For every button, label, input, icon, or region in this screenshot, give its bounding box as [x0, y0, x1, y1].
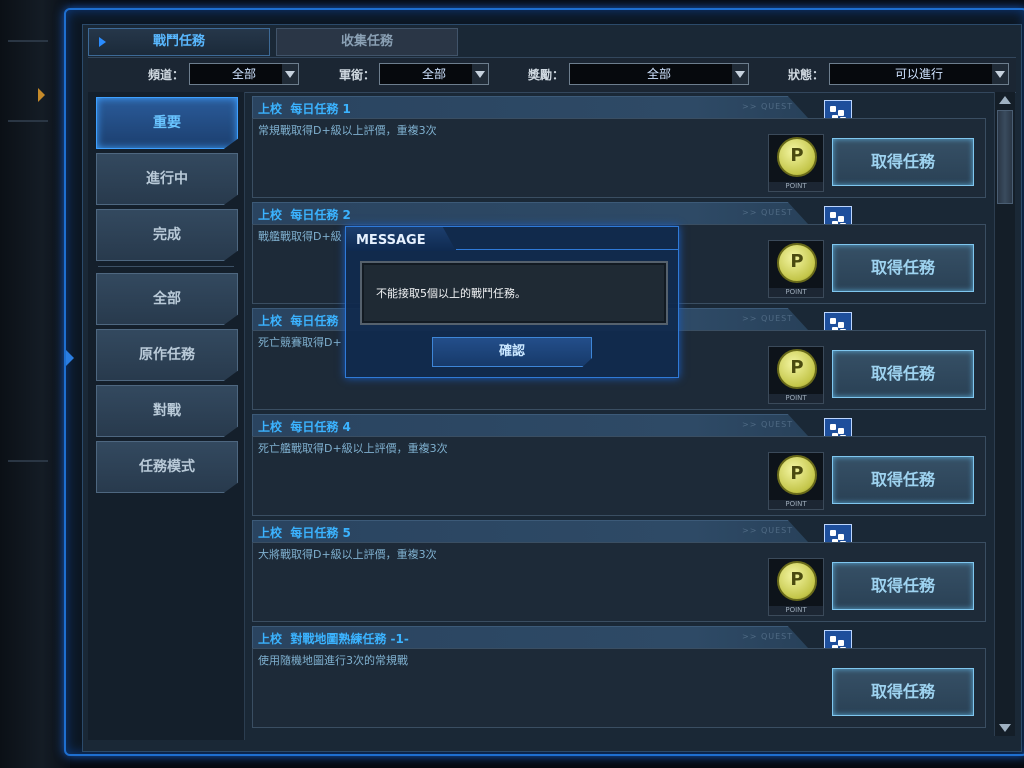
quest-tag: >> QUEST — [742, 314, 794, 323]
coin-icon: P — [777, 137, 817, 177]
sidebar-item-label: 對戰 — [153, 403, 181, 419]
quest-title: 上校 對戰地圖熟練任務 -1- — [258, 632, 409, 646]
chevron-down-icon — [992, 64, 1008, 84]
quest-title: 上校 每日任務 2 — [258, 208, 351, 222]
background-panel — [0, 0, 70, 768]
sidebar-item-original[interactable]: 原作任務 — [96, 329, 238, 381]
reward-point: P POINT — [768, 134, 824, 192]
accept-quest-button[interactable]: 取得任務 — [832, 244, 974, 292]
quest-title: 上校 每日任務 — [258, 314, 339, 328]
filter-label-rank: 軍銜： — [339, 68, 376, 82]
scrollbar[interactable] — [994, 92, 1015, 736]
accept-quest-button[interactable]: 取得任務 — [832, 350, 974, 398]
accept-quest-button[interactable]: 取得任務 — [832, 668, 974, 716]
chevron-down-icon — [472, 64, 488, 84]
sidebar-item-label: 完成 — [153, 227, 181, 243]
arrow-icon — [38, 88, 45, 102]
sidebar-item-label: 進行中 — [146, 171, 188, 187]
quest-description: 戰艦戰取得D+級 — [258, 230, 342, 243]
sidebar-item-versus[interactable]: 對戰 — [96, 385, 238, 437]
quest-card: 上校 對戰地圖熟練任務 -1- >> QUEST 使用隨機地圖進行3次的常規戰 … — [252, 626, 986, 728]
reward-point: P POINT — [768, 558, 824, 616]
reward-point: P POINT — [768, 346, 824, 404]
coin-icon: P — [777, 243, 817, 283]
coin-icon: P — [777, 561, 817, 601]
reward-point: P POINT — [768, 240, 824, 298]
dialog-message-box: 不能接取5個以上的戰鬥任務。 — [360, 261, 668, 325]
quest-list: 上校 每日任務 1 >> QUEST 常規戰取得D+級以上評價，重複3次 P P… — [252, 96, 988, 732]
message-dialog: MESSAGE 不能接取5個以上的戰鬥任務。 確認 — [345, 226, 679, 378]
quest-title: 上校 每日任務 5 — [258, 526, 351, 540]
quest-description: 使用隨機地圖進行3次的常規戰 — [258, 654, 408, 667]
quest-header — [252, 202, 810, 226]
select-value: 全部 — [421, 67, 446, 81]
reward-label: POINT — [769, 288, 823, 297]
quest-description: 常規戰取得D+級以上評價，重複3次 — [258, 124, 437, 137]
quest-title: 上校 每日任務 1 — [258, 102, 351, 116]
chevron-down-icon — [732, 64, 748, 84]
sidebar-item-complete[interactable]: 完成 — [96, 209, 238, 261]
tab-collect-quests[interactable]: 收集任務 — [276, 28, 458, 56]
quest-tag: >> QUEST — [742, 632, 794, 641]
sidebar-item-mission-mode[interactable]: 任務模式 — [96, 441, 238, 493]
channel-select[interactable]: 全部 — [189, 63, 299, 85]
play-arrow-icon — [99, 37, 106, 47]
dialog-message: 不能接取5個以上的戰鬥任務。 — [376, 287, 526, 300]
select-value: 全部 — [646, 67, 671, 81]
sidebar-item-label: 重要 — [153, 115, 181, 131]
reward-label: POINT — [769, 182, 823, 191]
quest-card: 上校 每日任務 5 >> QUEST 大將戰取得D+級以上評價，重複3次 P P… — [252, 520, 986, 622]
accept-quest-button[interactable]: 取得任務 — [832, 562, 974, 610]
select-value: 可以進行 — [894, 67, 943, 81]
filter-label-status: 狀態： — [788, 68, 825, 82]
scroll-up-icon[interactable] — [999, 96, 1011, 104]
scroll-thumb[interactable] — [997, 110, 1013, 204]
quest-tag: >> QUEST — [742, 208, 794, 217]
quest-card: 上校 每日任務 4 >> QUEST 死亡艦戰取得D+級以上評價，重複3次 P … — [252, 414, 986, 516]
sidebar-item-in-progress[interactable]: 進行中 — [96, 153, 238, 205]
filter-label-reward: 獎勵： — [528, 68, 565, 82]
sidebar-item-important[interactable]: 重要 — [96, 97, 238, 149]
quest-title: 上校 每日任務 4 — [258, 420, 351, 434]
quest-description: 死亡艦戰取得D+級以上評價，重複3次 — [258, 442, 448, 455]
reward-point: P POINT — [768, 452, 824, 510]
collapse-arrow-icon[interactable] — [66, 350, 74, 366]
sidebar-item-label: 原作任務 — [139, 347, 195, 363]
quest-tag: >> QUEST — [742, 102, 794, 111]
quest-tag: >> QUEST — [742, 526, 794, 535]
confirm-button[interactable]: 確認 — [432, 337, 592, 367]
reward-label: POINT — [769, 394, 823, 403]
filter-label-channel: 頻道： — [148, 68, 185, 82]
select-value: 全部 — [231, 67, 256, 81]
chevron-down-icon — [282, 64, 298, 84]
coin-icon: P — [777, 455, 817, 495]
sidebar-divider — [98, 266, 234, 267]
reward-label: POINT — [769, 606, 823, 615]
status-select[interactable]: 可以進行 — [829, 63, 1009, 85]
quest-header — [252, 414, 810, 438]
quest-header — [252, 96, 810, 120]
dialog-title: MESSAGE — [356, 233, 426, 248]
quest-description: 大將戰取得D+級以上評價，重複3次 — [258, 548, 437, 561]
sidebar-item-all[interactable]: 全部 — [96, 273, 238, 325]
tab-label: 收集任務 — [340, 34, 393, 49]
sidebar-item-label: 任務模式 — [139, 459, 195, 475]
tab-battle-quests[interactable]: 戰鬥任務 — [88, 28, 270, 56]
sidebar-item-label: 全部 — [153, 291, 181, 307]
quest-header — [252, 520, 810, 544]
dialog-divider — [456, 249, 678, 250]
reward-label: POINT — [769, 500, 823, 509]
tab-label: 戰鬥任務 — [152, 34, 205, 49]
coin-icon: P — [777, 349, 817, 389]
quest-description: 死亡競賽取得D+ — [258, 336, 342, 349]
accept-quest-button[interactable]: 取得任務 — [832, 138, 974, 186]
quest-card: 上校 每日任務 1 >> QUEST 常規戰取得D+級以上評價，重複3次 P P… — [252, 96, 986, 198]
rank-select[interactable]: 全部 — [379, 63, 489, 85]
quest-tag: >> QUEST — [742, 420, 794, 429]
reward-select[interactable]: 全部 — [569, 63, 749, 85]
accept-quest-button[interactable]: 取得任務 — [832, 456, 974, 504]
scroll-down-icon[interactable] — [999, 724, 1011, 732]
